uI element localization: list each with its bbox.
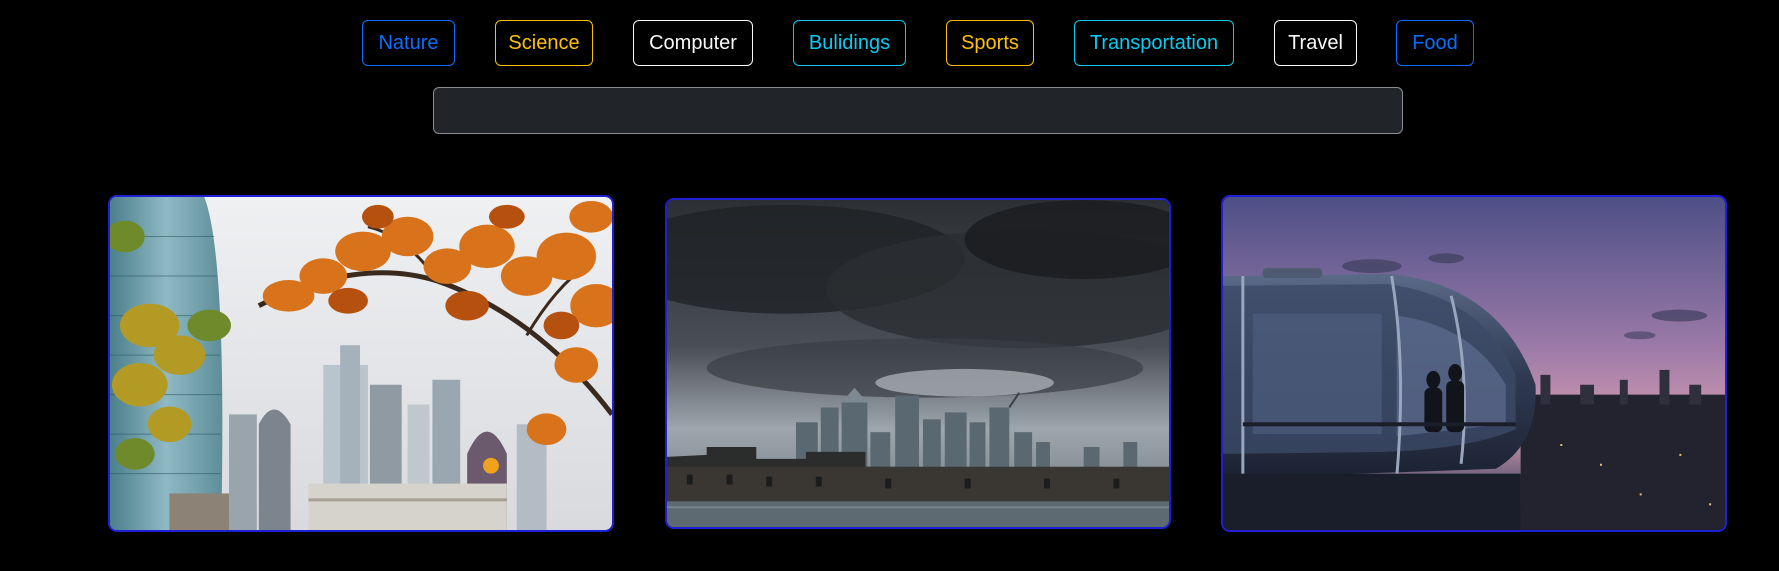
category-button-transportation[interactable]: Transportation [1074, 20, 1234, 66]
gallery-image-3[interactable] [1221, 195, 1727, 532]
category-button-computer[interactable]: Computer [633, 20, 753, 66]
category-button-science[interactable]: Science [495, 20, 593, 66]
category-button-nature[interactable]: Nature [362, 20, 455, 66]
autumn-leaves-skyline-photo [110, 197, 612, 530]
observation-capsule-photo [1223, 197, 1725, 530]
gallery-image-2[interactable] [665, 198, 1171, 529]
gallery-image-1[interactable] [108, 195, 614, 532]
stormy-skyline-photo [667, 200, 1169, 527]
category-button-sports[interactable]: Sports [946, 20, 1034, 66]
category-button-buildings[interactable]: Bulidings [793, 20, 906, 66]
category-filter-bar: Nature Science Computer Bulidings Sports… [0, 20, 1779, 68]
category-button-food[interactable]: Food [1396, 20, 1474, 66]
category-button-travel[interactable]: Travel [1274, 20, 1357, 66]
search-input[interactable] [433, 87, 1403, 134]
